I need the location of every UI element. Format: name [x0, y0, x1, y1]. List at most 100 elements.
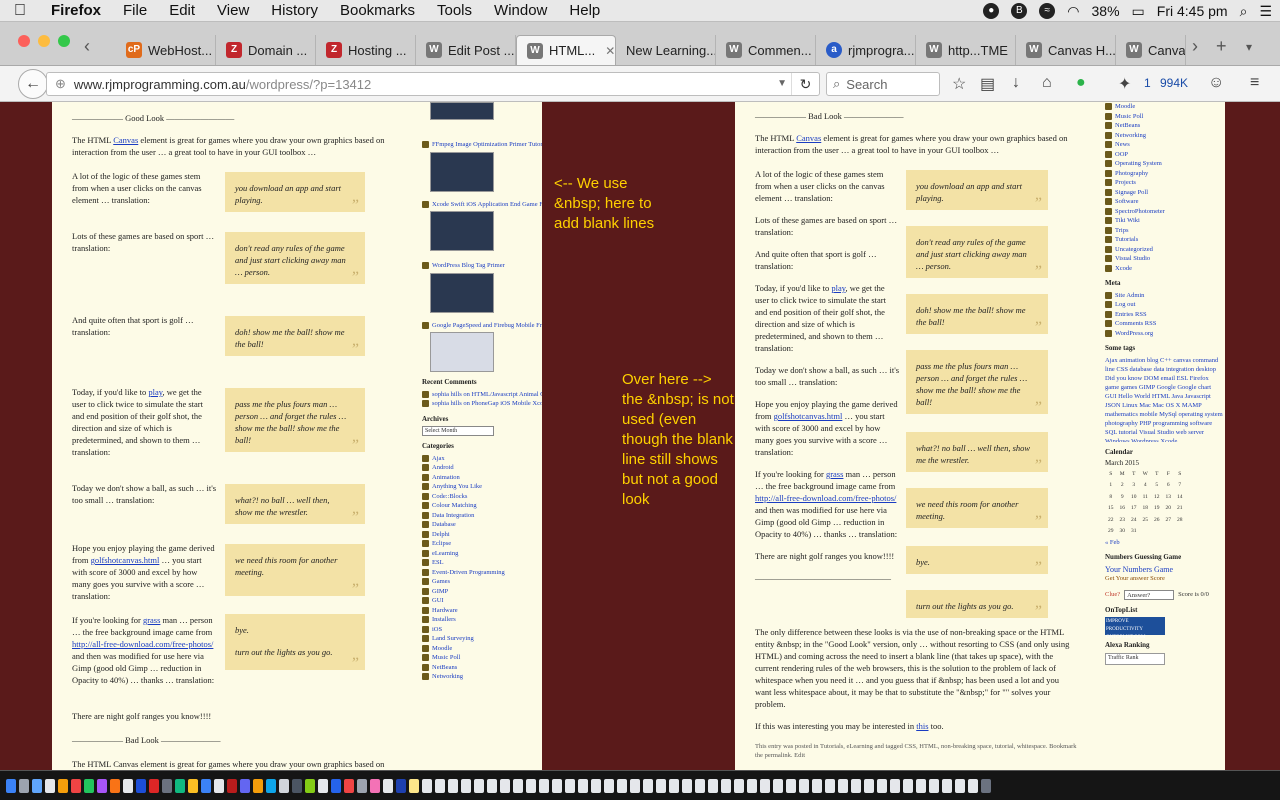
tab-new-learning[interactable]: New Learning... [616, 35, 716, 65]
sidebar-post-link[interactable]: WordPress Blog Tag Primer [422, 261, 534, 271]
back-button[interactable]: ← [18, 69, 48, 99]
menu-help[interactable]: Help [558, 2, 611, 19]
search-input[interactable]: ⌕ Search [826, 72, 940, 96]
addon-green-icon[interactable]: ● [1076, 74, 1086, 92]
app-icon[interactable] [409, 778, 419, 793]
tab-list-icon[interactable]: ▾ [1246, 40, 1252, 54]
grass-link[interactable]: grass [826, 469, 843, 479]
app-icon[interactable] [396, 778, 406, 793]
document-icon[interactable] [890, 778, 900, 793]
category-link[interactable]: SpectroPhotometer [1105, 207, 1223, 217]
post-thumbnail[interactable] [430, 272, 494, 313]
document-icon[interactable] [604, 778, 614, 793]
category-link[interactable]: Hardware [422, 606, 534, 616]
category-link[interactable]: Eclipse [422, 539, 534, 549]
document-icon[interactable] [851, 778, 861, 793]
document-icon[interactable] [682, 778, 692, 793]
document-icon[interactable] [500, 778, 510, 793]
document-icon[interactable] [630, 778, 640, 793]
category-link[interactable]: Data Integration [422, 511, 534, 521]
category-link[interactable]: Anything You Like [422, 482, 534, 492]
document-icon[interactable] [643, 778, 653, 793]
chat-icon[interactable]: ☺ [1208, 74, 1224, 92]
golfshotcanvas-link[interactable]: golfshotcanvas.html [774, 411, 843, 421]
hamburger-menu-icon[interactable]: ≡ [1250, 74, 1259, 92]
tab-webhost[interactable]: cP WebHost... [116, 35, 216, 65]
alexa-badge[interactable]: Traffic Rank [1105, 652, 1165, 665]
document-icon[interactable] [565, 778, 575, 793]
category-link[interactable]: OOP [1105, 150, 1223, 160]
document-icon[interactable] [669, 778, 679, 793]
tab-domain[interactable]: Z Domain ... [216, 35, 316, 65]
document-icon[interactable] [747, 778, 757, 793]
category-link[interactable]: Operating System [1105, 159, 1223, 169]
document-icon[interactable] [708, 778, 718, 793]
document-icon[interactable] [552, 778, 562, 793]
app-icon[interactable] [201, 778, 211, 793]
document-icon[interactable] [591, 778, 601, 793]
menu-window[interactable]: Window [483, 2, 558, 19]
category-link[interactable]: Networking [422, 672, 534, 682]
document-icon[interactable] [487, 778, 497, 793]
clock[interactable]: Fri 4:45 pm [1157, 3, 1228, 19]
app-icon[interactable] [344, 778, 354, 793]
document-icon[interactable] [526, 778, 536, 793]
document-icon[interactable] [513, 778, 523, 793]
safari-icon[interactable] [32, 778, 42, 793]
addon-badge[interactable]: 1 [1144, 76, 1151, 90]
menu-history[interactable]: History [260, 2, 329, 19]
category-link[interactable]: Music Poll [1105, 112, 1223, 122]
category-link[interactable]: Event-Driven Programming [422, 568, 534, 578]
document-icon[interactable] [903, 778, 913, 793]
canvas-link[interactable]: Canvas [113, 135, 138, 145]
menu-file[interactable]: File [112, 2, 158, 19]
ontoplist-badge[interactable]: IMPROVE PRODUCTIVITY ONTOPLIST.COM [1105, 617, 1165, 640]
battery-icon[interactable]: ▭ [1132, 3, 1145, 20]
category-link[interactable]: eLearning [422, 549, 534, 559]
canvas-link[interactable]: Canvas [796, 133, 821, 143]
this-link[interactable]: this [916, 721, 928, 731]
document-icon[interactable] [760, 778, 770, 793]
app-icon[interactable] [123, 778, 133, 793]
category-link[interactable]: Tiki Wiki [1105, 216, 1223, 226]
app-icon[interactable] [227, 778, 237, 793]
home-icon[interactable]: ⌂ [1042, 74, 1052, 92]
category-link[interactable]: Projects [1105, 178, 1223, 188]
document-icon[interactable] [578, 778, 588, 793]
category-link[interactable]: Animation [422, 473, 534, 483]
tab-http-tme[interactable]: Whttp...TME [916, 35, 1016, 65]
sidebar-post-link[interactable]: FFmpeg Image Optimization Primer Tutoria… [422, 140, 542, 150]
finder-icon[interactable] [6, 778, 16, 793]
app-icon[interactable] [71, 778, 81, 793]
document-icon[interactable] [838, 778, 848, 793]
app-icon[interactable] [279, 778, 289, 793]
status-icon[interactable]: ● [983, 3, 1000, 19]
category-link[interactable]: Ajax [422, 454, 534, 464]
category-link[interactable]: Networking [1105, 131, 1223, 141]
category-link[interactable]: News [1105, 140, 1223, 150]
notification-center-icon[interactable]: ☰ [1259, 3, 1272, 20]
post-thumbnail[interactable] [430, 211, 494, 251]
category-link[interactable]: Installers [422, 615, 534, 625]
document-icon[interactable] [448, 778, 458, 793]
trash-icon[interactable] [981, 778, 991, 793]
app-icon[interactable] [357, 778, 367, 793]
category-link[interactable]: Visual Studio [1105, 254, 1223, 264]
menu-tools[interactable]: Tools [426, 2, 483, 19]
document-icon[interactable] [435, 778, 445, 793]
document-icon[interactable] [799, 778, 809, 793]
app-icon[interactable] [175, 778, 185, 793]
category-link[interactable]: NetBeans [422, 663, 534, 673]
document-icon[interactable] [864, 778, 874, 793]
reload-icon[interactable]: ↻ [791, 73, 819, 95]
tab-hosting[interactable]: Z Hosting ... [316, 35, 416, 65]
tab-edit-post[interactable]: W Edit Post ... [416, 35, 516, 65]
reading-list-icon[interactable]: ▤ [980, 74, 995, 94]
category-link[interactable]: Trips [1105, 226, 1223, 236]
document-icon[interactable] [734, 778, 744, 793]
category-link[interactable]: Moodle [1105, 102, 1223, 112]
comment-link[interactable]: sophia hills on PhoneGap iOS Mobile Xcod… [422, 399, 542, 409]
wifi-icon[interactable]: ◠ [1067, 3, 1079, 20]
menu-bookmarks[interactable]: Bookmarks [329, 2, 426, 19]
app-icon[interactable] [318, 778, 328, 793]
